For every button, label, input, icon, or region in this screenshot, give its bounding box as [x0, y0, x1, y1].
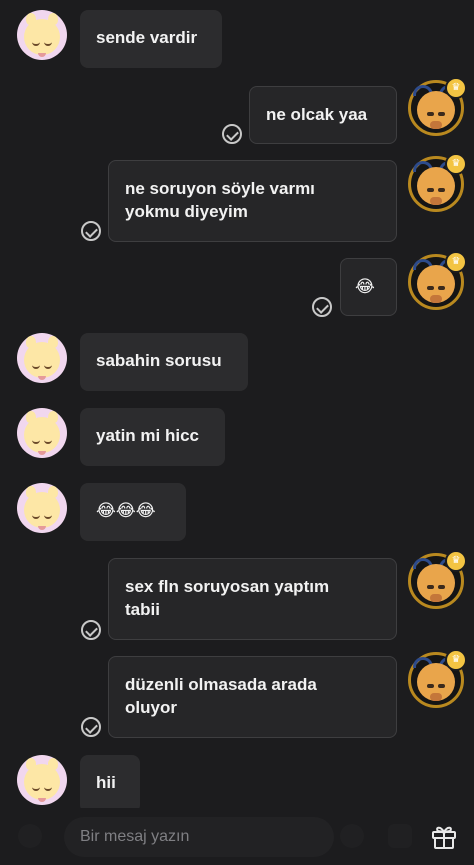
message-input[interactable]: Bir mesaj yazın	[64, 817, 334, 857]
gift-icon[interactable]	[430, 822, 458, 850]
message-composer: Bir mesaj yazın	[0, 808, 474, 865]
outgoing-message[interactable]: ne olcak yaa	[249, 86, 397, 144]
my-avatar[interactable]: ♛	[408, 251, 467, 310]
crown-icon: ♛	[445, 251, 467, 273]
contact-avatar[interactable]	[17, 408, 67, 458]
contact-avatar[interactable]	[17, 333, 67, 383]
incoming-message[interactable]: 😂😂😂	[80, 483, 186, 541]
outgoing-message[interactable]: ne soruyon söyle varmı yokmu diyeyim	[108, 160, 397, 242]
emoji-icon[interactable]	[340, 824, 364, 848]
chat-thread[interactable]: sende vardir ne olcak yaa ♛ ne soruyon s…	[0, 0, 474, 808]
sent-check-icon	[81, 221, 101, 241]
crown-icon: ♛	[445, 550, 467, 572]
my-avatar[interactable]: ♛	[408, 77, 467, 136]
outgoing-message[interactable]: düzenli olmasada arada oluyor	[108, 656, 397, 738]
my-avatar[interactable]: ♛	[408, 153, 467, 212]
microphone-icon[interactable]	[18, 824, 42, 848]
contact-avatar[interactable]	[17, 10, 67, 60]
crown-icon: ♛	[445, 153, 467, 175]
outgoing-message[interactable]: 😂	[340, 258, 397, 316]
incoming-message[interactable]: sabahin sorusu	[80, 333, 248, 391]
outgoing-message[interactable]: sex fln soruyosan yaptım tabii	[108, 558, 397, 640]
sent-check-icon	[81, 717, 101, 737]
image-icon[interactable]	[388, 824, 412, 848]
crown-icon: ♛	[445, 77, 467, 99]
sent-check-icon	[81, 620, 101, 640]
my-avatar[interactable]: ♛	[408, 649, 467, 708]
contact-avatar[interactable]	[17, 755, 67, 805]
my-avatar[interactable]: ♛	[408, 550, 467, 609]
sent-check-icon	[222, 124, 242, 144]
contact-avatar[interactable]	[17, 483, 67, 533]
incoming-message[interactable]: hii	[80, 755, 140, 808]
sent-check-icon	[312, 297, 332, 317]
incoming-message[interactable]: yatin mi hicc	[80, 408, 225, 466]
crown-icon: ♛	[445, 649, 467, 671]
incoming-message[interactable]: sende vardir	[80, 10, 222, 68]
